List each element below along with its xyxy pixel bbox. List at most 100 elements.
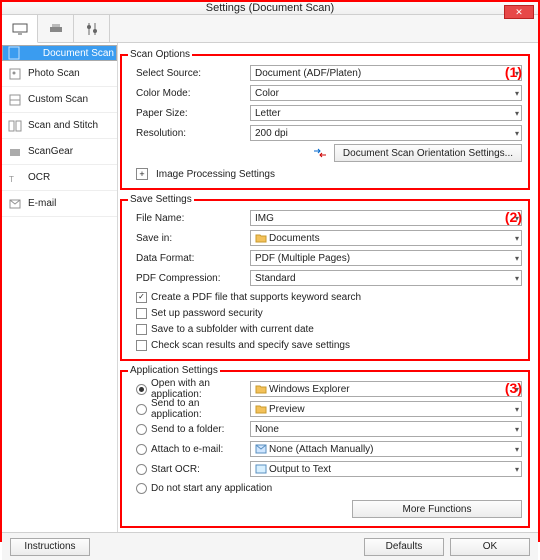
- do-not-start-label: Do not start any application: [151, 483, 272, 494]
- main-panel: Scan Options (1) Select Source:Document …: [118, 43, 538, 532]
- sidebar-item-scan-and-stitch[interactable]: Scan and Stitch: [2, 113, 117, 139]
- resolution-value: 200 dpi: [255, 128, 288, 139]
- sidebar-item-label: Document Scan: [43, 48, 114, 59]
- sidebar-item-label: Photo Scan: [28, 68, 80, 79]
- defaults-button[interactable]: Defaults: [364, 538, 444, 556]
- preview-icon: [255, 404, 267, 414]
- open-with-app-value: Windows Explorer: [269, 384, 350, 395]
- keyword-search-checkbox[interactable]: [136, 292, 147, 303]
- image-processing-label: Image Processing Settings: [156, 169, 275, 180]
- sidebar-item-label: Custom Scan: [28, 94, 88, 105]
- color-mode-value: Color: [255, 88, 279, 99]
- stitch-icon: [8, 119, 22, 133]
- resolution-dropdown[interactable]: 200 dpi ▾: [250, 125, 522, 141]
- start-ocr-radio[interactable]: [136, 464, 147, 475]
- open-with-app-radio[interactable]: [136, 384, 147, 395]
- photo-icon: [8, 67, 22, 81]
- check-results-label: Check scan results and specify save sett…: [151, 340, 350, 351]
- section-number-3: (3): [505, 380, 522, 396]
- keyword-search-label: Create a PDF file that supports keyword …: [151, 292, 361, 303]
- resolution-label: Resolution:: [128, 128, 250, 139]
- attach-email-dropdown[interactable]: None (Attach Manually)▾: [250, 441, 522, 457]
- sidebar-item-email[interactable]: E-mail: [2, 191, 117, 217]
- attach-email-label: Attach to e-mail:: [151, 444, 223, 455]
- password-security-checkbox[interactable]: [136, 308, 147, 319]
- sidebar-item-label: Scan and Stitch: [28, 120, 98, 131]
- sidebar-item-ocr[interactable]: TOCR: [2, 165, 117, 191]
- close-button[interactable]: ✕: [504, 5, 534, 19]
- application-settings-group: Application Settings (3) Open with an ap…: [120, 365, 530, 528]
- sidebar-item-document-scan[interactable]: Document Scan: [2, 45, 117, 61]
- do-not-start-radio[interactable]: [136, 483, 147, 494]
- tab-tools[interactable]: [74, 15, 110, 43]
- subfolder-date-checkbox[interactable]: [136, 324, 147, 335]
- paper-size-dropdown[interactable]: Letter ▾: [250, 105, 522, 121]
- chevron-down-icon: ▾: [515, 425, 519, 434]
- chevron-down-icon: ▾: [515, 89, 519, 98]
- sidebar-item-label: E-mail: [28, 198, 56, 209]
- scan-options-group: Scan Options (1) Select Source:Document …: [120, 49, 530, 190]
- start-ocr-dropdown[interactable]: Output to Text▾: [250, 461, 522, 477]
- page-icon: [7, 46, 21, 60]
- open-with-app-label: Open with an application:: [151, 378, 250, 400]
- select-source-dropdown[interactable]: Document (ADF/Platen)▾: [250, 65, 522, 81]
- save-in-label: Save in:: [128, 233, 250, 244]
- chevron-down-icon: ▾: [515, 254, 519, 263]
- select-source-label: Select Source:: [128, 68, 250, 79]
- send-to-folder-radio[interactable]: [136, 424, 147, 435]
- scangear-icon: [8, 145, 22, 159]
- tab-from-scanner[interactable]: [38, 15, 74, 43]
- ok-button[interactable]: OK: [450, 538, 530, 556]
- chevron-down-icon: ▾: [515, 405, 519, 414]
- folder-icon: [255, 233, 267, 243]
- custom-icon: [8, 93, 22, 107]
- file-name-label: File Name:: [128, 213, 250, 224]
- orientation-settings-button[interactable]: Document Scan Orientation Settings...: [334, 144, 522, 162]
- subfolder-date-label: Save to a subfolder with current date: [151, 324, 314, 335]
- open-with-app-dropdown[interactable]: Windows Explorer▾: [250, 381, 522, 397]
- instructions-button[interactable]: Instructions: [10, 538, 90, 556]
- top-tabs: [2, 15, 538, 43]
- application-settings-legend: Application Settings: [128, 365, 220, 376]
- pdf-compression-value: Standard: [255, 273, 296, 284]
- expand-image-processing-button[interactable]: +: [136, 168, 148, 180]
- more-functions-button[interactable]: More Functions: [352, 500, 522, 518]
- password-security-label: Set up password security: [151, 308, 263, 319]
- chevron-down-icon: ▾: [515, 109, 519, 118]
- send-to-app-dropdown[interactable]: Preview ▾: [250, 401, 522, 417]
- sidebar-item-custom-scan[interactable]: Custom Scan: [2, 87, 117, 113]
- explorer-icon: [255, 384, 267, 394]
- pdf-compression-dropdown[interactable]: Standard ▾: [250, 270, 522, 286]
- chevron-down-icon: ▾: [515, 129, 519, 138]
- save-settings-group: Save Settings (2) File Name:IMG▾ Save in…: [120, 194, 530, 361]
- sidebar-item-photo-scan[interactable]: Photo Scan: [2, 61, 117, 87]
- save-in-dropdown[interactable]: Documents▾: [250, 230, 522, 246]
- save-in-value: Documents: [269, 233, 320, 244]
- select-source-value: Document (ADF/Platen): [255, 68, 361, 79]
- sliders-icon: [85, 22, 99, 36]
- bottom-bar: Instructions Defaults OK: [2, 532, 538, 560]
- section-number-2: (2): [505, 209, 522, 225]
- send-to-app-value: Preview: [269, 404, 305, 415]
- sidebar-item-scangear[interactable]: ScanGear: [2, 139, 117, 165]
- data-format-dropdown[interactable]: PDF (Multiple Pages) ▾: [250, 250, 522, 266]
- start-ocr-label: Start OCR:: [151, 464, 200, 475]
- orientation-swap-icon[interactable]: [312, 147, 328, 159]
- data-format-value: PDF (Multiple Pages): [255, 253, 350, 264]
- send-to-folder-dropdown[interactable]: None ▾: [250, 421, 522, 437]
- scan-options-legend: Scan Options: [128, 49, 192, 60]
- chevron-down-icon: ▾: [515, 445, 519, 454]
- send-to-folder-value: None: [255, 424, 279, 435]
- save-settings-legend: Save Settings: [128, 194, 194, 205]
- send-to-app-radio[interactable]: [136, 404, 147, 415]
- chevron-down-icon: ▾: [515, 274, 519, 283]
- paper-size-value: Letter: [255, 108, 281, 119]
- color-mode-dropdown[interactable]: Color ▾: [250, 85, 522, 101]
- attach-email-radio[interactable]: [136, 444, 147, 455]
- tab-from-computer[interactable]: [2, 15, 38, 43]
- paper-size-label: Paper Size:: [128, 108, 250, 119]
- start-ocr-value: Output to Text: [269, 464, 331, 475]
- check-results-checkbox[interactable]: [136, 340, 147, 351]
- svg-text:T: T: [9, 175, 14, 184]
- file-name-combo[interactable]: IMG▾: [250, 210, 522, 226]
